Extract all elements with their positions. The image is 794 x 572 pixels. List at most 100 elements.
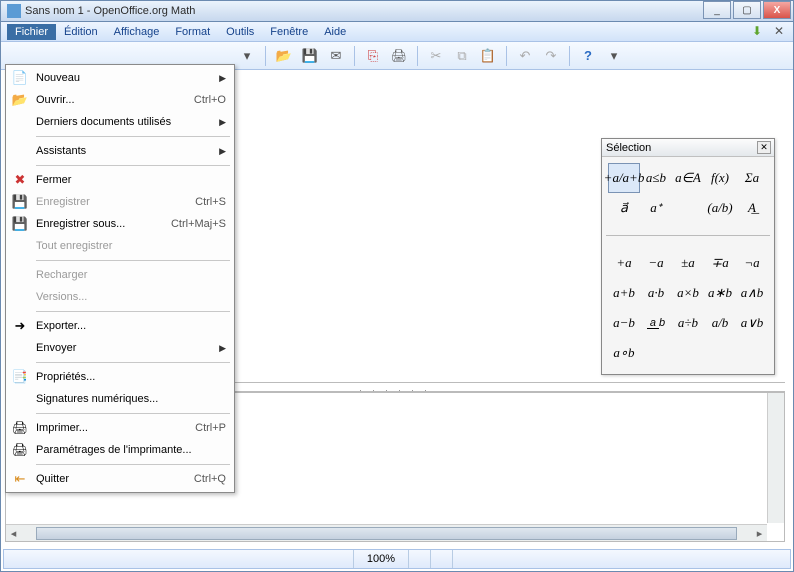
close-button[interactable]: X [763,1,791,19]
status-cell [4,550,354,568]
cut-icon[interactable]: ✂ [426,46,446,66]
redo-icon[interactable]: ↷ [541,46,561,66]
mail-icon[interactable]: ✉ [326,46,346,66]
cat-formats[interactable]: A͟ [736,193,768,223]
save-icon: 💾 [8,194,32,210]
dropdown-icon[interactable]: ▾ [604,46,624,66]
sym-a-circ-b[interactable]: a∘b [608,338,640,368]
undo-icon[interactable]: ↶ [515,46,535,66]
menu-separator [36,165,230,166]
sym-a-or-b[interactable]: a∨b [736,308,768,338]
window-title: Sans nom 1 - OpenOffice.org Math [25,5,195,17]
save-as-icon: 💾 [8,216,32,232]
cat-functions[interactable]: f(x) [704,163,736,193]
menu-shortcut: Ctrl+P [195,422,232,434]
menu-label: Propriétés... [32,371,232,383]
dropdown-icon[interactable]: ▾ [237,46,257,66]
cat-brackets[interactable]: (a/b) [704,193,736,223]
sym-not-a[interactable]: ¬a [736,248,768,278]
maximize-button[interactable]: ▢ [733,1,761,19]
sym-a-and-b[interactable]: a∧b [736,278,768,308]
menu-item-enregistrer-sous[interactable]: 💾 Enregistrer sous... Ctrl+Maj+S [8,213,232,235]
menu-separator [36,311,230,312]
menu-item-assistants[interactable]: Assistants ▶ [8,140,232,162]
export-icon: ➜ [8,318,32,334]
menu-item-recharger: Recharger [8,264,232,286]
close-doc-icon: ✖ [8,172,32,188]
menu-item-envoyer[interactable]: Envoyer ▶ [8,337,232,359]
sym-a-dot-b[interactable]: a∙b [640,278,672,308]
cat-operators[interactable]: Σa [736,163,768,193]
sym-minusplus-a[interactable]: ∓a [704,248,736,278]
menu-item-signatures[interactable]: Signatures numériques... [8,388,232,410]
pdf-icon[interactable]: ⎘ [363,46,383,66]
menu-item-param-imprimante[interactable]: 🖨 Paramétrages de l'imprimante... [8,439,232,461]
mdi-close-icon[interactable]: ✕ [771,23,787,39]
submenu-arrow-icon: ▶ [219,73,232,84]
scroll-thumb[interactable] [36,527,737,540]
sym-a-slash-b[interactable]: a/b [704,308,736,338]
selection-panel-title[interactable]: Sélection ✕ [602,139,774,157]
title-bar: Sans nom 1 - OpenOffice.org Math _ ▢ X [0,0,794,22]
paste-icon[interactable]: 📋 [478,46,498,66]
menu-separator [36,362,230,363]
printer-settings-icon: 🖨 [8,442,32,458]
cat-unary-binary[interactable]: +a/a+b [608,163,640,193]
menu-label: Imprimer... [32,422,195,434]
separator [265,46,266,66]
menu-item-recents[interactable]: Derniers documents utilisés ▶ [8,111,232,133]
menu-affichage[interactable]: Affichage [106,24,168,40]
menu-label: Exporter... [32,320,232,332]
sym-a-div-b[interactable]: a÷b [672,308,704,338]
separator [417,46,418,66]
sym-a-times-b[interactable]: a×b [672,278,704,308]
menu-outils[interactable]: Outils [218,24,262,40]
sym-minus-a[interactable]: −a [640,248,672,278]
menu-item-exporter[interactable]: ➜ Exporter... [8,315,232,337]
menu-aide[interactable]: Aide [316,24,354,40]
cat-set-ops[interactable]: a∈A [672,163,704,193]
menu-label: Signatures numériques... [32,393,232,405]
app-frame: Fichier Édition Affichage Format Outils … [0,22,794,572]
download-icon[interactable]: ⬇ [749,23,765,39]
horizontal-scrollbar[interactable]: ◂ ▸ [6,524,767,541]
sym-a-star-b[interactable]: a∗b [704,278,736,308]
menu-item-imprimer[interactable]: 🖨 Imprimer... Ctrl+P [8,417,232,439]
panel-close-icon[interactable]: ✕ [757,141,771,154]
menu-label: Versions... [32,291,232,303]
menu-item-proprietes[interactable]: 📑 Propriétés... [8,366,232,388]
menu-format[interactable]: Format [167,24,218,40]
cat-relations[interactable]: a≤b [640,163,672,193]
sym-a-minus-b[interactable]: a−b [608,308,640,338]
save-icon[interactable]: 💾 [300,46,320,66]
sym-a-over-b[interactable]: ab [640,308,672,338]
scroll-left-icon[interactable]: ◂ [6,527,21,540]
menu-item-enregistrer: 💾 Enregistrer Ctrl+S [8,191,232,213]
help-icon[interactable]: ? [578,46,598,66]
open-folder-icon[interactable]: 📂 [274,46,294,66]
menu-fichier[interactable]: Fichier [7,24,56,40]
submenu-arrow-icon: ▶ [219,343,232,354]
minimize-button[interactable]: _ [703,1,731,19]
status-cell [431,550,453,568]
sym-plusminus-a[interactable]: ±a [672,248,704,278]
file-menu-dropdown: 📄 Nouveau ▶ 📂 Ouvrir... Ctrl+O Derniers … [5,64,235,493]
cat-attributes[interactable]: a⃗ [608,193,640,223]
menu-item-ouvrir[interactable]: 📂 Ouvrir... Ctrl+O [8,89,232,111]
scroll-right-icon[interactable]: ▸ [752,527,767,540]
menu-item-nouveau[interactable]: 📄 Nouveau ▶ [8,67,232,89]
zoom-level[interactable]: 100% [354,550,409,568]
menu-item-fermer[interactable]: ✖ Fermer [8,169,232,191]
new-doc-icon: 📄 [8,70,32,86]
menu-item-quitter[interactable]: ⇤ Quitter Ctrl+Q [8,468,232,490]
vertical-scrollbar[interactable] [767,393,784,523]
selection-symbols: +a −a ±a ∓a ¬a a+b a∙b a×b a∗b a∧b a−b a… [602,242,774,374]
print-icon[interactable]: 🖨 [389,46,409,66]
cat-others[interactable]: aᐩ [640,193,672,223]
menu-label: Enregistrer sous... [32,218,171,230]
sym-plus-a[interactable]: +a [608,248,640,278]
copy-icon[interactable]: ⧉ [452,46,472,66]
menu-fenetre[interactable]: Fenêtre [262,24,316,40]
menu-edition[interactable]: Édition [56,24,106,40]
sym-a-plus-b[interactable]: a+b [608,278,640,308]
